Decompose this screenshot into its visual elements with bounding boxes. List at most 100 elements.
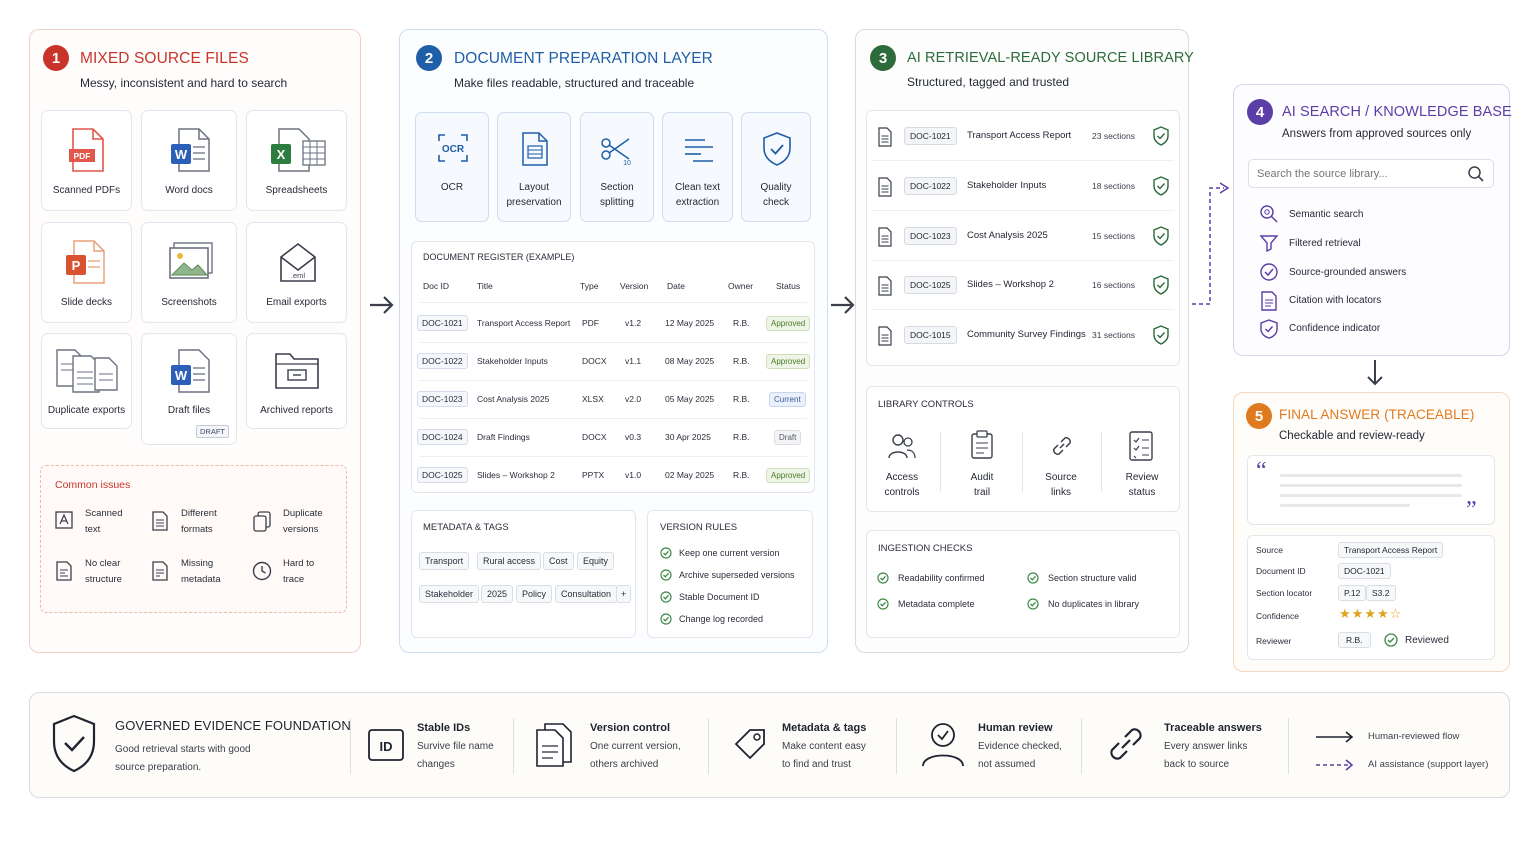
card-archived-reports[interactable]: Archived reports (246, 333, 347, 429)
library-doc-sections: 15 sections (1092, 230, 1135, 241)
panel2-subtitle: Make files readable, structured and trac… (454, 76, 695, 90)
card-scanned-pdfs[interactable]: PDF Scanned PDFs (41, 110, 132, 211)
arrow-right-icon (831, 296, 855, 314)
card-screenshots[interactable]: Screenshots (141, 222, 237, 323)
text-lines-icon (685, 139, 713, 162)
duplicate-files-icon (56, 349, 118, 393)
tag-chip[interactable]: Cost (543, 552, 574, 570)
star-filled-icon: ★ (1376, 606, 1390, 621)
search-input[interactable] (1257, 164, 1457, 184)
check-circle-icon (1260, 263, 1278, 281)
reviewer-value[interactable]: R.B. (1338, 632, 1371, 648)
library-doc-title[interactable]: Stakeholder Inputs (967, 180, 1046, 191)
library-doc-title[interactable]: Slides – Workshop 2 (967, 279, 1054, 290)
footer-item-line1: Evidence checked, (978, 741, 1062, 752)
word-icon: W (171, 128, 210, 172)
tag-chip[interactable]: Stakeholder (419, 585, 480, 603)
register-doc-id[interactable]: DOC-1024 (417, 429, 468, 445)
svg-text:.eml: .eml (291, 271, 306, 280)
step-layout-preservation[interactable]: Layout preservation (497, 112, 571, 222)
register-date-cell: 12 May 2025 (665, 318, 715, 328)
control-review-status[interactable]: Review status (1112, 470, 1172, 500)
register-owner-cell: R.B. (733, 356, 750, 366)
dashed-arrow-legend-icon (1316, 759, 1354, 771)
library-doc-title[interactable]: Cost Analysis 2025 (967, 230, 1048, 241)
ai-assist-connector-arrow (1192, 182, 1230, 305)
card-slide-decks[interactable]: P Slide decks (41, 222, 132, 323)
card-spreadsheets[interactable]: X Spreadsheets (246, 110, 347, 211)
step-number-3: 3 (870, 45, 896, 71)
check-circle-icon (660, 569, 672, 581)
feature-semantic-search: Semantic search (1289, 209, 1364, 220)
control-access[interactable]: Access controls (872, 470, 932, 500)
register-doc-id[interactable]: DOC-1025 (417, 467, 468, 483)
search-box (1248, 159, 1494, 188)
control-source-links[interactable]: Source links (1031, 470, 1091, 500)
register-doc-id[interactable]: DOC-1022 (417, 353, 468, 369)
svg-text:PDF: PDF (74, 151, 91, 161)
person-check-icon (922, 723, 964, 767)
control-audit-trail[interactable]: Audit trail (952, 470, 1012, 500)
library-doc-id[interactable]: DOC-1023 (904, 226, 957, 245)
library-doc-title[interactable]: Transport Access Report (967, 130, 1071, 141)
library-doc-id[interactable]: DOC-1022 (904, 176, 957, 195)
feature-filtered-retrieval: Filtered retrieval (1289, 238, 1361, 249)
card-label: Email exports (266, 297, 327, 308)
ingestion-check-item: Metadata complete (898, 599, 975, 609)
tag-chip[interactable]: Transport (419, 552, 470, 570)
tag-chip[interactable]: Equity (577, 552, 615, 570)
register-title: DOCUMENT REGISTER (EXAMPLE) (423, 252, 575, 262)
register-type-cell: PDF (582, 318, 599, 328)
library-doc-id[interactable]: DOC-1021 (904, 127, 957, 145)
tag-chip[interactable]: 2025 (481, 585, 514, 603)
tag-chip[interactable]: Rural access (477, 552, 542, 570)
register-date-cell: 02 May 2025 (665, 470, 715, 480)
library-doc-title[interactable]: Community Survey Findings (967, 329, 1086, 340)
library-doc-id[interactable]: DOC-1015 (904, 326, 957, 345)
card-label: Screenshots (161, 297, 217, 308)
issue-hard-to-trace: Hard to trace (283, 558, 315, 585)
footer-item-title: Human review (978, 722, 1053, 734)
tag-chip[interactable]: Policy (516, 585, 553, 603)
card-email-exports[interactable]: .eml Email exports (246, 222, 347, 323)
card-word-docs[interactable]: W Word docs (141, 110, 237, 211)
register-title-cell: Draft Findings (477, 432, 530, 442)
step-section-splitting[interactable]: 10 Section splitting (580, 112, 654, 222)
issue-duplicate-versions: Duplicate versions (283, 508, 323, 535)
step-quality-check[interactable]: Quality check (741, 112, 811, 222)
source-value[interactable]: Transport Access Report (1338, 542, 1444, 558)
library-doc-id[interactable]: DOC-1025 (904, 276, 957, 295)
panel1-title: MIXED SOURCE FILES (80, 50, 249, 67)
footer-item-line2: to find and trust (782, 759, 851, 770)
arrow-down-icon (1367, 360, 1383, 386)
library-doc-sections: 31 sections (1092, 330, 1135, 341)
register-doc-id[interactable]: DOC-1023 (417, 391, 468, 407)
card-draft-files[interactable]: W Draft files DRAFT (141, 333, 237, 445)
locator-page[interactable]: P.12 (1338, 585, 1367, 601)
register-type-cell: DOCX (582, 432, 607, 442)
image-icon (169, 242, 213, 279)
card-label: Spreadsheets (265, 185, 328, 196)
register-doc-id[interactable]: DOC-1021 (417, 315, 468, 331)
status-badge: Draft (774, 430, 802, 445)
step-clean-text-extraction[interactable]: Clean text extraction (662, 112, 733, 222)
footer-item-line2: back to source (1164, 759, 1230, 770)
panel4-subtitle: Answers from approved sources only (1282, 128, 1472, 140)
add-tag-button[interactable]: + (616, 585, 632, 603)
docid-value[interactable]: DOC-1021 (1338, 563, 1391, 579)
tag-chip[interactable]: Consultation (555, 585, 618, 603)
register-date-cell: 30 Apr 2025 (665, 432, 711, 442)
filter-icon (1259, 235, 1279, 253)
search-icon[interactable] (1467, 165, 1485, 183)
version-rule-item: Stable Document ID (679, 592, 760, 602)
step-ocr[interactable]: OCR OCR (415, 112, 489, 222)
col-doc-id: Doc ID (423, 281, 449, 291)
ingestion-check-item: No duplicates in library (1048, 599, 1140, 609)
register-version-cell: v2.0 (625, 394, 642, 404)
locator-label: Section locator (1256, 588, 1313, 598)
locator-section[interactable]: S3.2 (1366, 585, 1396, 601)
tag-icon (734, 729, 765, 760)
footer-line2: source preparation. (115, 762, 202, 773)
check-circle-icon (660, 591, 672, 603)
card-duplicate-exports[interactable]: Duplicate exports (41, 333, 132, 429)
